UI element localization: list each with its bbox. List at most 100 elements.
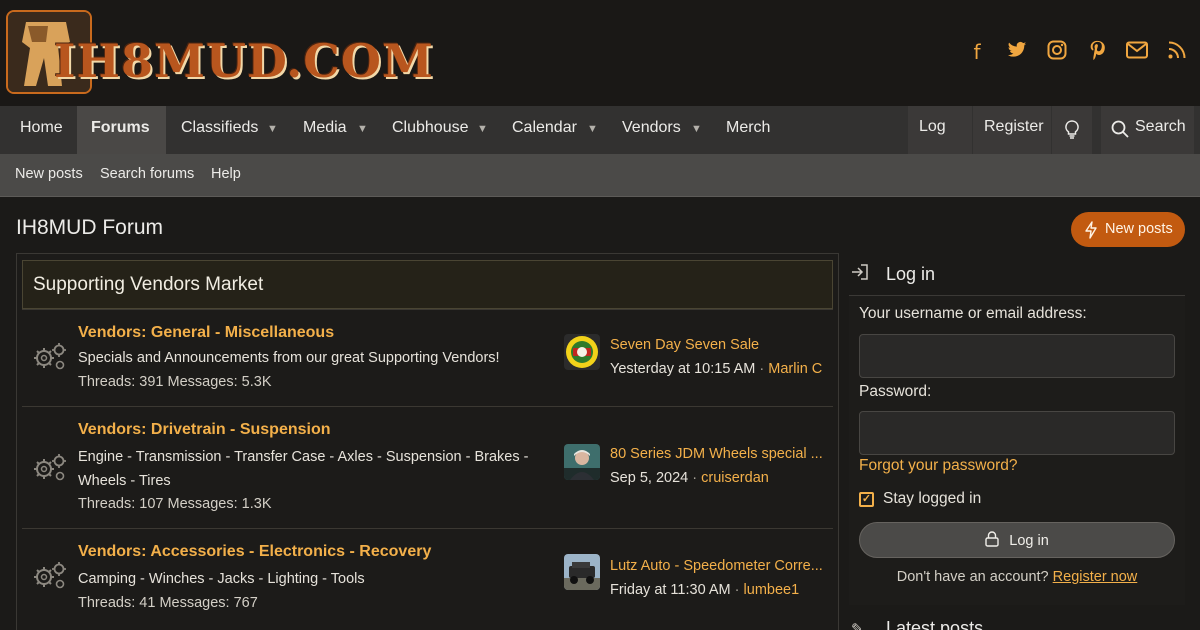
- stay-logged-in-checkbox[interactable]: ✓: [859, 492, 874, 507]
- rss-icon[interactable]: [1166, 40, 1188, 64]
- latest-posts-title: ✎ Latest posts: [851, 618, 983, 630]
- node-title-link[interactable]: Vendors: General - Miscellaneous: [78, 324, 334, 342]
- threads-label: Threads:: [78, 374, 136, 390]
- forum-node-row: Vendors: Accessories - Electronics - Rec…: [22, 528, 833, 628]
- meta-separator: ·: [692, 470, 698, 486]
- nav-media[interactable]: Media: [289, 106, 361, 154]
- messages-count: 5.3K: [241, 374, 272, 390]
- latest-thread-link[interactable]: Seven Day Seven Sale: [610, 337, 828, 353]
- threads-label: Threads:: [78, 595, 136, 611]
- avatar[interactable]: [564, 334, 600, 370]
- node-stats: Threads: 391 Messages: 5.3K: [78, 374, 272, 390]
- latest-meta: Friday at 11:30 AM · lumbee1: [610, 582, 830, 598]
- meta-separator: ·: [759, 361, 765, 377]
- no-account-label: Don't have an account?: [896, 569, 1049, 585]
- node-title-link[interactable]: Vendors: Drivetrain - Suspension: [78, 421, 331, 439]
- password-label: Password:: [859, 383, 932, 400]
- login-button-label: Log in: [1009, 533, 1049, 549]
- forum-category-block: Supporting Vendors Market Vendors: Gener…: [16, 253, 839, 630]
- chevron-down-icon[interactable]: ▼: [587, 124, 598, 135]
- node-title-link[interactable]: Vendors: Accessories - Electronics - Rec…: [78, 543, 431, 561]
- messages-count: 767: [233, 595, 258, 611]
- threads-label: Threads:: [78, 496, 136, 512]
- messages-count: 1.3K: [241, 496, 272, 512]
- latest-date: Friday at 11:30 AM: [610, 582, 731, 598]
- email-icon[interactable]: [1126, 40, 1148, 64]
- messages-label: Messages:: [167, 374, 238, 390]
- avatar[interactable]: [564, 554, 600, 590]
- logo-text: IH8MUD.COM: [54, 34, 434, 88]
- gears-icon: [32, 559, 68, 591]
- latest-thread-link[interactable]: Lutz Auto - Speedometer Corre...: [610, 558, 828, 574]
- node-description: Engine - Transmission - Transfer Case - …: [78, 449, 529, 489]
- main-nav: Home Forums Classifieds ▼ Media ▼ Clubho…: [0, 106, 1200, 177]
- threads-count: 391: [139, 374, 164, 390]
- password-input[interactable]: [859, 411, 1175, 455]
- threads-count: 107: [139, 496, 164, 512]
- register-now-link[interactable]: Register now: [1053, 569, 1138, 585]
- category-title: Supporting Vendors Market: [33, 274, 264, 295]
- login-title-text: Log in: [886, 264, 936, 284]
- site-logo[interactable]: IH8MUD.COM: [6, 10, 433, 96]
- forgot-password-link[interactable]: Forgot your password?: [859, 457, 1018, 475]
- username-input[interactable]: [859, 334, 1175, 378]
- page-title: IH8MUD Forum: [16, 216, 164, 239]
- node-stats: Threads: 107 Messages: 1.3K: [78, 496, 272, 512]
- latest-user-link[interactable]: cruiserdan: [701, 470, 769, 486]
- threads-count: 41: [139, 595, 156, 611]
- chevron-down-icon[interactable]: ▼: [267, 124, 278, 135]
- nav-clubhouse[interactable]: Clubhouse: [378, 106, 483, 154]
- chevron-down-icon[interactable]: ▼: [691, 124, 702, 135]
- login-link[interactable]: Log in: [908, 106, 972, 177]
- node-stats: Threads: 41 Messages: 767: [78, 595, 258, 611]
- gears-icon: [32, 451, 68, 483]
- sidebar-login-title: Log in: [851, 264, 935, 285]
- nav-vendors[interactable]: Vendors: [608, 106, 695, 154]
- style-toggle[interactable]: [1052, 106, 1092, 154]
- meta-separator: ·: [734, 582, 740, 598]
- search-button[interactable]: Search: [1101, 106, 1194, 154]
- nav-home[interactable]: Home: [6, 106, 77, 154]
- bolt-icon: [1085, 212, 1097, 252]
- subnav-new-posts[interactable]: New posts: [15, 166, 83, 182]
- latest-user-link[interactable]: Marlin C: [768, 361, 822, 377]
- sub-nav: New posts Search forums Help: [0, 154, 1200, 197]
- avatar[interactable]: [564, 444, 600, 480]
- category-header[interactable]: Supporting Vendors Market: [22, 260, 833, 309]
- messages-label: Messages:: [159, 595, 230, 611]
- latest-meta: Yesterday at 10:15 AM · Marlin C: [610, 361, 830, 377]
- nav-merch[interactable]: Merch: [712, 106, 784, 154]
- lock-icon: [985, 523, 999, 557]
- username-label: Your username or email address:: [859, 305, 1087, 322]
- stay-logged-in-label[interactable]: Stay logged in: [883, 490, 981, 508]
- no-account-text: Don't have an account? Register now: [849, 569, 1185, 585]
- login-button[interactable]: Log in: [859, 522, 1175, 558]
- subnav-search-forums[interactable]: Search forums: [100, 166, 194, 182]
- new-posts-button[interactable]: New posts: [1071, 212, 1185, 247]
- new-posts-label: New posts: [1105, 221, 1173, 237]
- twitter-icon[interactable]: [1006, 40, 1028, 64]
- subnav-help[interactable]: Help: [211, 166, 241, 182]
- gears-icon: [32, 340, 68, 372]
- latest-posts-text: Latest posts: [886, 618, 984, 630]
- latest-date: Sep 5, 2024: [610, 470, 689, 486]
- latest-meta: Sep 5, 2024 · cruiserdan: [610, 470, 830, 486]
- latest-thread-link[interactable]: 80 Series JDM Wheels special ...: [610, 446, 828, 462]
- nav-calendar[interactable]: Calendar: [498, 106, 591, 154]
- facebook-icon[interactable]: f: [966, 40, 988, 64]
- nav-forums[interactable]: Forums: [77, 106, 166, 154]
- node-description: Camping - Winches - Jacks - Lighting - T…: [78, 571, 365, 587]
- instagram-icon[interactable]: [1046, 40, 1068, 64]
- chevron-down-icon[interactable]: ▼: [357, 124, 368, 135]
- nav-classifieds[interactable]: Classifieds: [167, 106, 272, 154]
- register-link[interactable]: Register: [973, 106, 1051, 154]
- latest-user-link[interactable]: lumbee1: [744, 582, 800, 598]
- sign-in-icon: [851, 264, 873, 285]
- search-icon: [1111, 106, 1129, 155]
- pencil-icon: ✎: [851, 621, 864, 630]
- pinterest-icon[interactable]: [1086, 40, 1108, 64]
- lightbulb-icon: [1065, 120, 1079, 144]
- chevron-down-icon[interactable]: ▼: [477, 124, 488, 135]
- forum-node-row: Vendors: General - Miscellaneous Special…: [22, 309, 833, 406]
- forum-node-row: Vendors: Drivetrain - Suspension Engine …: [22, 406, 833, 528]
